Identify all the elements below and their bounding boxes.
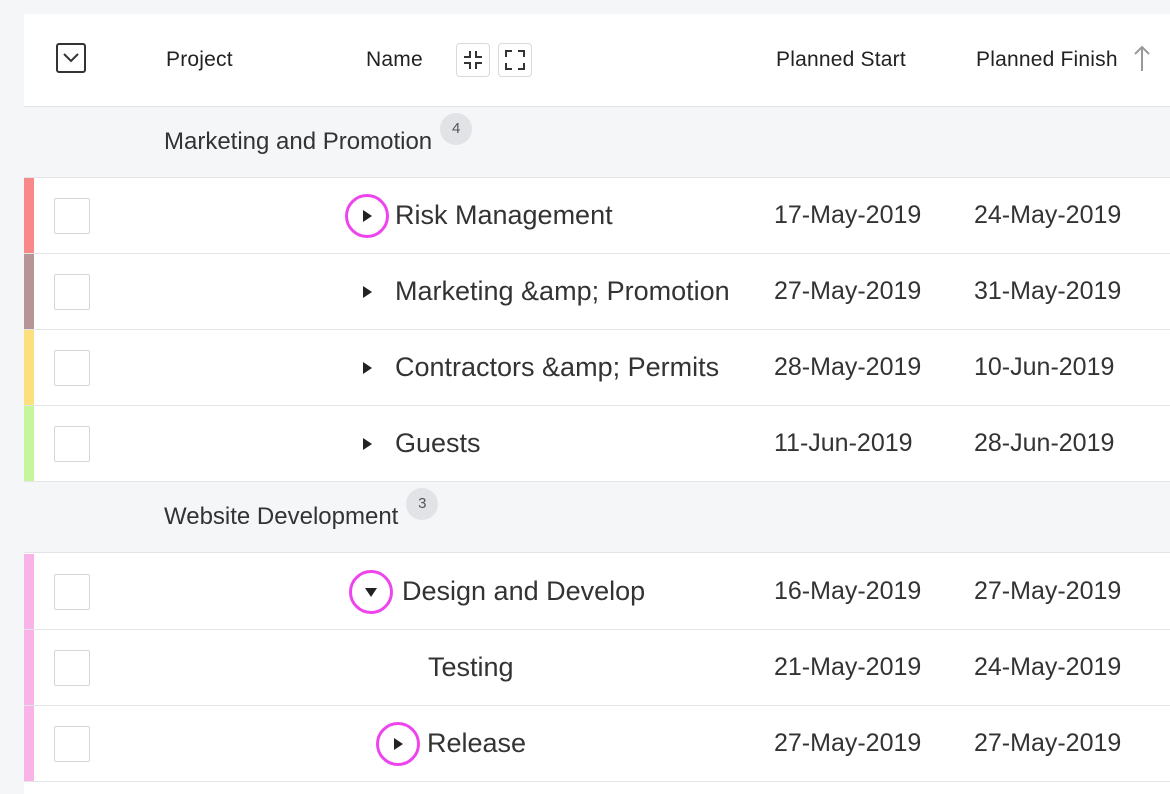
row-checkbox[interactable] xyxy=(54,350,90,386)
table-row[interactable]: Testing 21-May-2019 24-May-2019 xyxy=(24,630,1170,706)
row-color-bar xyxy=(24,706,34,781)
row-checkbox[interactable] xyxy=(54,650,90,686)
select-all-dropdown[interactable] xyxy=(56,43,86,73)
group-header[interactable]: Website Development 3 xyxy=(24,482,1170,553)
table-row[interactable]: Guests 11-Jun-2019 28-Jun-2019 xyxy=(24,406,1170,482)
group-header[interactable]: Marketing and Promotion 4 xyxy=(24,107,1170,178)
planned-finish-date: 27-May-2019 xyxy=(974,729,1122,757)
planned-finish-date: 27-May-2019 xyxy=(974,577,1122,605)
task-name: Guests xyxy=(395,428,481,458)
group-title: Marketing and Promotion xyxy=(164,128,433,155)
planned-start-date: 27-May-2019 xyxy=(774,277,922,305)
row-checkbox[interactable] xyxy=(54,426,90,462)
caret-right-icon xyxy=(363,210,372,222)
column-header-name[interactable]: Name xyxy=(366,14,423,106)
collapse-icon xyxy=(464,51,482,69)
row-checkbox[interactable] xyxy=(54,198,90,234)
column-header-project[interactable]: Project xyxy=(166,14,233,106)
row-expand-toggle[interactable] xyxy=(376,722,420,766)
planned-start-date: 11-Jun-2019 xyxy=(774,429,913,457)
grid-header: Project Name Planned Start Planned Finis… xyxy=(24,14,1170,107)
row-color-bar xyxy=(24,406,34,481)
row-color-bar xyxy=(24,254,34,329)
task-name: Marketing &amp; Promotion xyxy=(395,276,730,306)
row-checkbox[interactable] xyxy=(54,574,90,610)
planned-start-date: 21-May-2019 xyxy=(774,653,922,681)
row-expand-toggle[interactable] xyxy=(345,346,389,390)
planned-start-date: 17-May-2019 xyxy=(774,201,922,229)
planned-start-date: 27-May-2019 xyxy=(774,729,922,757)
expand-icon xyxy=(505,50,525,70)
caret-right-icon xyxy=(394,738,403,750)
row-expand-toggle[interactable] xyxy=(345,270,389,314)
chevron-down-icon xyxy=(63,53,79,63)
planned-finish-date: 28-Jun-2019 xyxy=(974,429,1115,457)
row-expand-toggle[interactable] xyxy=(345,422,389,466)
planned-finish-date: 10-Jun-2019 xyxy=(974,353,1115,381)
planned-start-date: 28-May-2019 xyxy=(774,353,922,381)
table-row[interactable]: Release 27-May-2019 27-May-2019 xyxy=(24,706,1170,782)
collapse-all-button[interactable] xyxy=(456,43,490,77)
task-name: Design and Develop xyxy=(402,576,646,606)
row-color-bar xyxy=(24,330,34,405)
row-checkbox[interactable] xyxy=(54,274,90,310)
task-name: Risk Management xyxy=(395,200,613,230)
row-color-bar xyxy=(24,178,34,253)
table-row[interactable]: Contractors &amp; Permits 28-May-2019 10… xyxy=(24,330,1170,406)
planned-start-date: 16-May-2019 xyxy=(774,577,922,605)
group-title: Website Development xyxy=(164,503,399,530)
task-grid: Project Name Planned Start Planned Finis… xyxy=(24,14,1170,794)
planned-finish-date: 31-May-2019 xyxy=(974,277,1122,305)
planned-finish-date: 24-May-2019 xyxy=(974,653,1122,681)
group-count-badge: 4 xyxy=(440,113,473,145)
row-collapse-toggle[interactable] xyxy=(349,570,393,614)
caret-right-icon xyxy=(363,362,372,374)
caret-right-icon xyxy=(363,286,372,298)
sort-ascending-arrow-icon[interactable] xyxy=(1132,44,1152,74)
task-name: Release xyxy=(427,728,527,758)
task-name: Contractors &amp; Permits xyxy=(395,352,720,382)
caret-down-icon xyxy=(365,588,377,597)
task-name: Testing xyxy=(428,652,514,682)
row-checkbox[interactable] xyxy=(54,726,90,762)
table-row[interactable]: Risk Management 17-May-2019 24-May-2019 xyxy=(24,178,1170,254)
row-color-bar xyxy=(24,630,34,705)
planned-finish-date: 24-May-2019 xyxy=(974,201,1122,229)
row-color-bar xyxy=(24,554,34,629)
column-header-planned-start[interactable]: Planned Start xyxy=(776,14,906,106)
table-row[interactable]: Marketing &amp; Promotion 27-May-2019 31… xyxy=(24,254,1170,330)
caret-right-icon xyxy=(363,438,372,450)
row-expand-toggle[interactable] xyxy=(345,194,389,238)
column-header-planned-finish[interactable]: Planned Finish xyxy=(976,14,1118,106)
table-row[interactable]: Design and Develop 16-May-2019 27-May-20… xyxy=(24,554,1170,630)
group-count-badge: 3 xyxy=(406,488,439,520)
expand-all-button[interactable] xyxy=(498,43,532,77)
